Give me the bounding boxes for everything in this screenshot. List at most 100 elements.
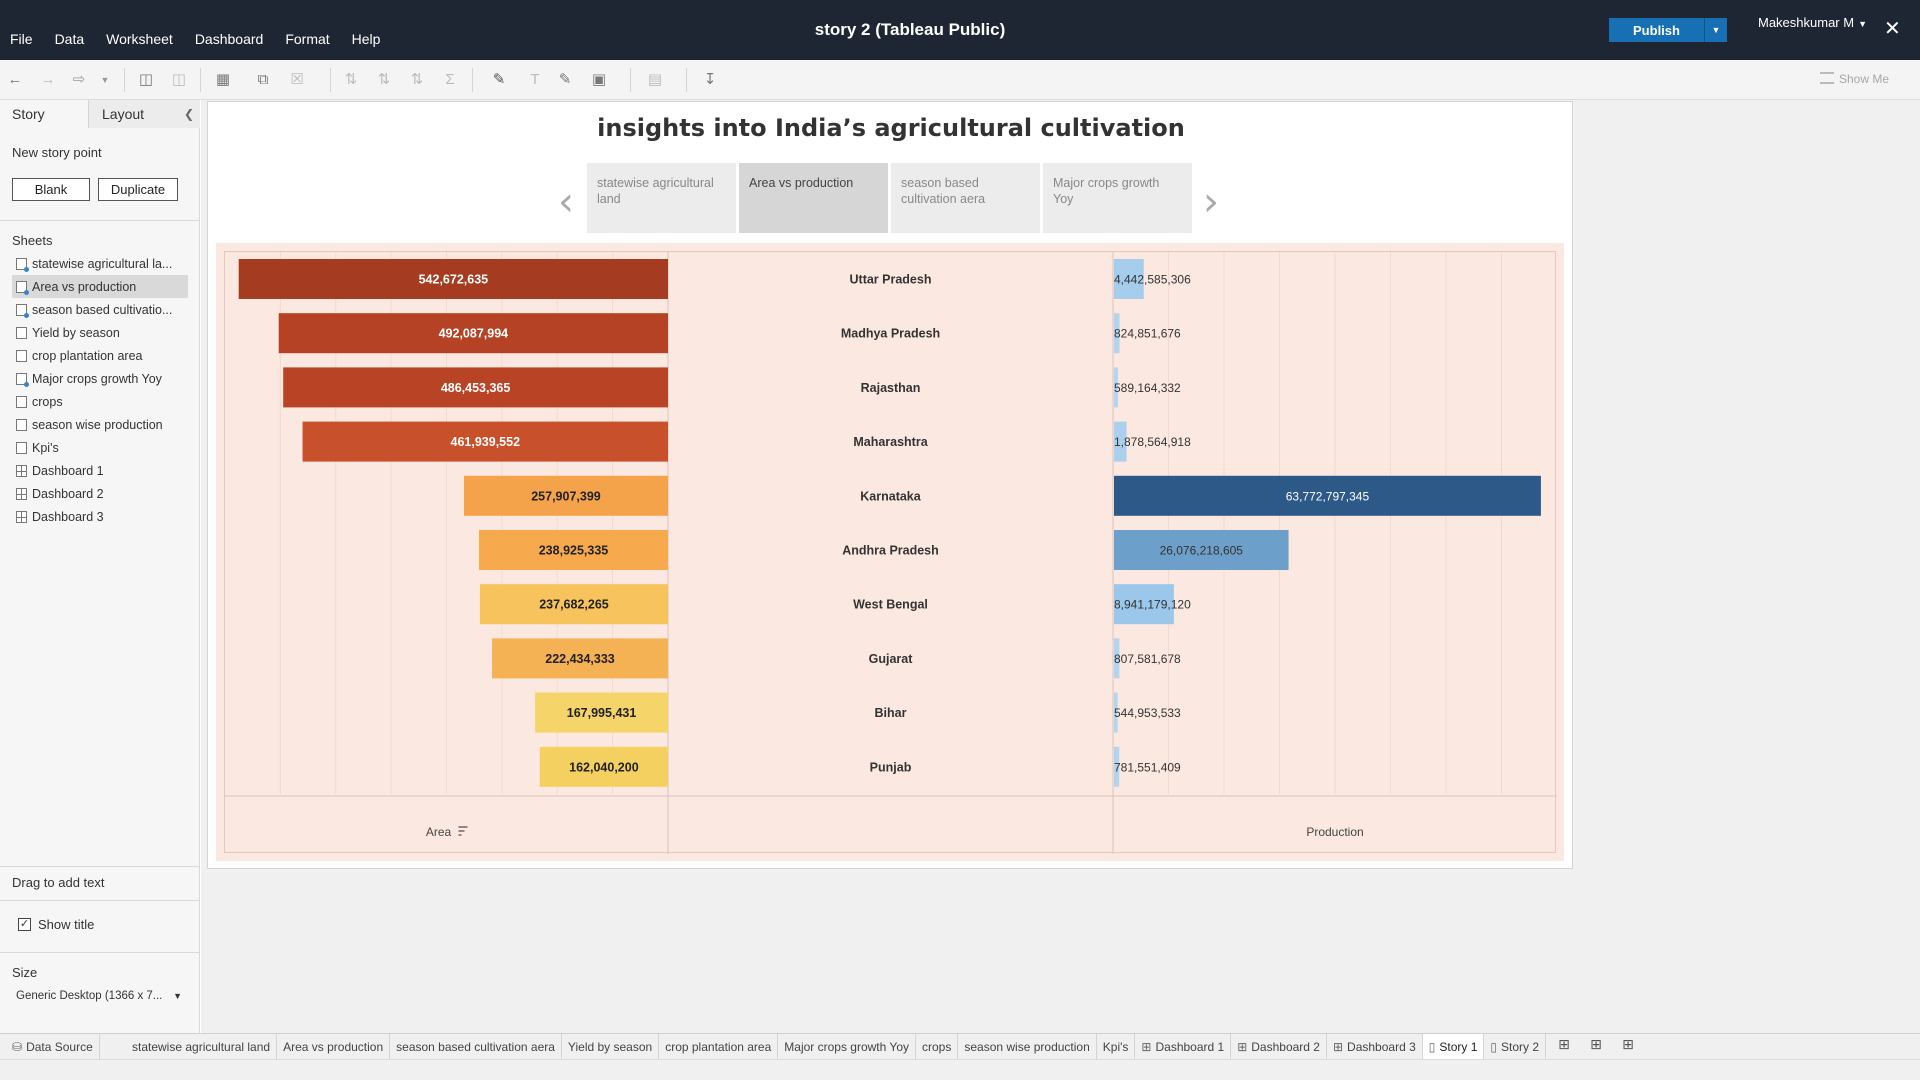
format-icon[interactable]: ✎ — [556, 71, 574, 89]
area-value-label: 492,087,994 — [439, 327, 509, 341]
area-value-label: 162,040,200 — [569, 760, 639, 774]
state-label: Bihar — [875, 706, 907, 720]
tab-label: Story 1 — [1439, 1039, 1478, 1054]
title-bar: File Data Worksheet Dashboard Format Hel… — [0, 0, 1920, 60]
worksheet-icon — [16, 280, 29, 295]
show-title-checkbox[interactable]: ✓ Show title — [18, 917, 94, 932]
dashboard-icon: ⊞ — [1141, 1039, 1152, 1054]
sheet-tab[interactable]: season wise production — [958, 1034, 1097, 1059]
close-icon[interactable]: ✕ — [1884, 16, 1901, 41]
sheet-item[interactable]: Dashboard 1 — [12, 459, 188, 482]
duplicate-sheet-icon[interactable]: ⧉ — [254, 71, 272, 89]
publish-button[interactable]: Publish — [1609, 18, 1705, 42]
sheet-item-label: Major crops growth Yoy — [32, 371, 162, 386]
collapse-pane-icon[interactable]: ❮ — [184, 107, 194, 121]
tab-label: Major crops growth Yoy — [784, 1039, 910, 1054]
sheet-tab[interactable]: ⊞ Dashboard 1 — [1135, 1034, 1232, 1059]
sheet-item[interactable]: Dashboard 3 — [12, 505, 188, 528]
sheet-tab[interactable]: ▯ Story 1 — [1422, 1034, 1485, 1059]
tab-label: statewise agricultural land — [132, 1039, 271, 1054]
user-name: Makeshkumar M — [1758, 15, 1855, 30]
area-value-label: 238,925,335 — [539, 544, 609, 558]
duplicate-button[interactable]: Duplicate — [98, 178, 178, 201]
sheet-tab[interactable]: Area vs production — [277, 1034, 391, 1059]
checkbox-checked-icon[interactable]: ✓ — [18, 918, 31, 931]
chart-svg: 542,672,635 Uttar Pradesh 4,442,585,306 492… — [225, 252, 1557, 854]
sheet-item[interactable]: statewise agricultural la... — [12, 252, 188, 275]
sheet-item[interactable]: Kpi's — [12, 436, 188, 459]
sheet-item[interactable]: crops — [12, 390, 188, 413]
story-title: insights into India’s agricultural culti… — [597, 114, 1185, 142]
fit-icon[interactable]: ▣ — [590, 71, 608, 89]
sheet-item[interactable]: Area vs production — [12, 275, 188, 298]
sheet-item[interactable]: Dashboard 2 — [12, 482, 188, 505]
sort-ascending-icon[interactable]: ⇅ — [375, 71, 393, 89]
pane-tabs: Story Layout ❮ — [0, 100, 200, 128]
worksheet-icon — [16, 441, 27, 454]
sheet-item[interactable]: crop plantation area — [12, 344, 188, 367]
area-axis-title: Area — [426, 825, 452, 839]
undo-icon[interactable]: ← — [6, 71, 24, 89]
clear-sheet-icon[interactable]: ☒ — [288, 71, 306, 89]
worksheet-icon — [16, 303, 29, 318]
story-point-4[interactable]: Major crops growth Yoy — [1043, 163, 1192, 233]
sheet-item-label: crop plantation area — [32, 348, 143, 363]
worksheet-icon — [16, 418, 27, 431]
tab-label: Kpi's — [1102, 1039, 1129, 1054]
sheet-item[interactable]: Major crops growth Yoy — [12, 367, 188, 390]
production-value-label: 824,851,676 — [1114, 327, 1181, 341]
tab-label: crop plantation area — [665, 1039, 772, 1054]
tab-story[interactable]: Story — [0, 100, 89, 128]
publish-group: Publish ▼ — [1609, 18, 1727, 42]
tab-label: Yield by season — [567, 1039, 653, 1054]
tab-label: Dashboard 1 — [1155, 1039, 1225, 1054]
sheet-tab[interactable]: crop plantation area — [659, 1034, 779, 1059]
redo-icon[interactable]: → — [39, 71, 57, 89]
replay-dropdown-icon[interactable]: ▼ — [96, 71, 114, 89]
show-me-button[interactable]: Show Me — [1820, 72, 1889, 86]
toolbar: ← → ⇨ ▼ ◫ ◫ ▦ ⧉ ☒ ⇅ ⇅ ⇅ Σ ✎ T ✎ ▣ ▤ ↧ Sh… — [0, 60, 1920, 100]
state-label: Maharashtra — [853, 435, 928, 449]
sheet-item[interactable]: season wise production — [12, 413, 188, 436]
presentation-icon[interactable]: ▤ — [646, 71, 664, 89]
story-point-2[interactable]: Area vs production — [739, 163, 888, 233]
tab-label: Dashboard 3 — [1347, 1039, 1416, 1054]
sheet-tab[interactable]: Yield by season — [562, 1034, 660, 1059]
sheet-tab[interactable]: statewise agricultural land — [126, 1034, 278, 1059]
totals-icon[interactable]: Σ — [441, 71, 459, 89]
publish-dropdown-icon[interactable]: ▼ — [1705, 18, 1727, 42]
sheet-tab[interactable]: ▯ Story 2 — [1484, 1034, 1547, 1059]
new-worksheet-tab-icon[interactable]: ⊞ — [1554, 1037, 1574, 1057]
sheet-tab[interactable]: ⊞ Dashboard 2 — [1231, 1034, 1327, 1059]
sheet-tab[interactable]: season based cultivation aera — [390, 1034, 562, 1059]
replay-icon[interactable]: ⇨ — [70, 71, 88, 89]
size-select[interactable]: Generic Desktop (1366 x 7... ▼ — [12, 986, 188, 1006]
previous-story-point-icon[interactable]: ‹ — [558, 182, 574, 222]
story-point-3[interactable]: season based cultivation aera — [891, 163, 1040, 233]
sheet-tab[interactable]: Kpi's — [1097, 1034, 1136, 1059]
sheet-tab[interactable]: crops — [916, 1034, 959, 1059]
data-source-tab[interactable]: ⛁ Data Source — [6, 1034, 100, 1059]
sheet-tab[interactable]: ⊞ Dashboard 3 — [1327, 1034, 1423, 1059]
area-value-label: 486,453,365 — [441, 381, 511, 395]
new-worksheet-icon[interactable]: ▦ — [214, 71, 232, 89]
pause-updates-icon[interactable]: ◫ — [170, 71, 188, 89]
swap-icon[interactable]: ⇅ — [342, 71, 360, 89]
state-label: Gujarat — [869, 652, 914, 666]
highlight-icon[interactable]: ✎ — [490, 71, 508, 89]
new-story-tab-icon[interactable]: ⊞ — [1618, 1037, 1638, 1057]
drag-to-add-text[interactable]: Drag to add text — [12, 875, 105, 890]
area-value-label: 222,434,333 — [545, 652, 615, 666]
download-icon[interactable]: ↧ — [701, 71, 719, 89]
new-dashboard-tab-icon[interactable]: ⊞ — [1586, 1037, 1606, 1057]
sheet-tab[interactable]: Major crops growth Yoy — [778, 1034, 917, 1059]
sort-descending-icon[interactable]: ⇅ — [408, 71, 426, 89]
sheet-item[interactable]: Yield by season — [12, 321, 188, 344]
story-point-1[interactable]: statewise agricultural land — [587, 163, 736, 233]
sheet-item[interactable]: season based cultivatio... — [12, 298, 188, 321]
blank-button[interactable]: Blank — [12, 178, 90, 201]
next-story-point-icon[interactable]: › — [1203, 182, 1219, 222]
new-data-source-icon[interactable]: ◫ — [137, 71, 155, 89]
user-menu[interactable]: Makeshkumar M ▼ — [1758, 15, 1868, 32]
labels-icon[interactable]: T — [526, 71, 544, 89]
